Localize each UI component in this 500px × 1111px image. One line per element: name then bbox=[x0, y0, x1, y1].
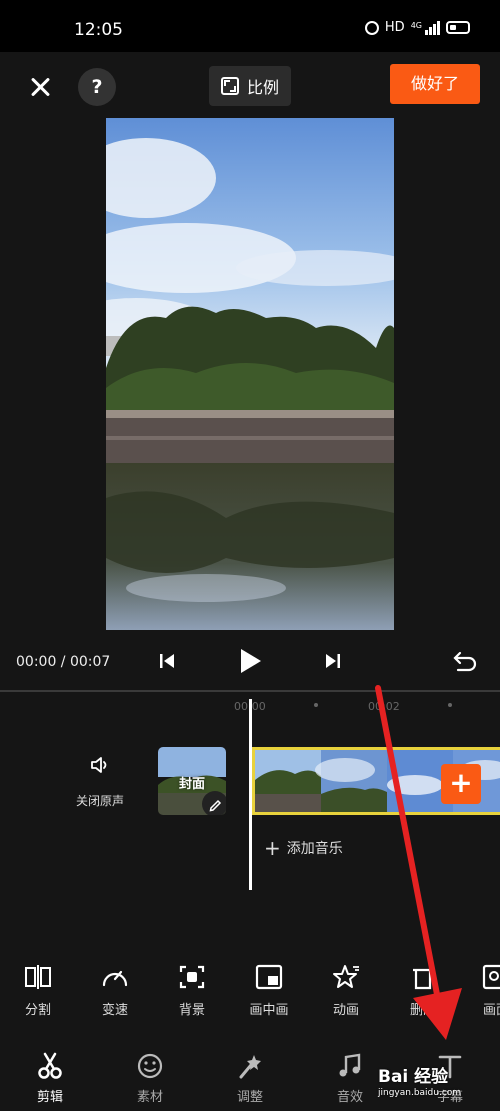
frame-button[interactable]: 画面 bbox=[466, 964, 500, 1018]
tool-label: 删除 bbox=[409, 1003, 436, 1018]
animation-button[interactable]: 动画 bbox=[316, 964, 376, 1018]
network-type: HD bbox=[384, 20, 405, 35]
delete-icon bbox=[413, 968, 433, 990]
watermark-url: jingyan.baidu.com bbox=[378, 1088, 462, 1098]
tab-material[interactable]: 素材 bbox=[120, 1052, 180, 1105]
tab-label: 音效 bbox=[336, 1090, 363, 1105]
speed-button[interactable]: 变速 bbox=[85, 964, 145, 1018]
previous-frame-button[interactable] bbox=[158, 652, 176, 670]
tab-label: 素材 bbox=[136, 1090, 163, 1105]
speed-icon bbox=[102, 970, 128, 987]
cover-thumbnail[interactable]: 封面 bbox=[158, 747, 226, 815]
tool-label: 背景 bbox=[178, 1003, 205, 1018]
signal-icon: 4G bbox=[410, 20, 440, 35]
scissors-icon bbox=[38, 1052, 62, 1079]
video-preview[interactable] bbox=[106, 118, 394, 630]
tab-edit[interactable]: 剪辑 bbox=[20, 1052, 80, 1105]
status-icons: HD 4G bbox=[364, 20, 470, 35]
mute-label: 关闭原声 bbox=[75, 794, 124, 808]
plus-icon: + bbox=[264, 836, 281, 860]
next-frame-button[interactable] bbox=[324, 652, 342, 670]
edit-toolbar: 分割 变速 背景 画中画 动画 删除 画 bbox=[0, 952, 500, 1040]
battery-icon bbox=[446, 21, 470, 34]
split-icon bbox=[25, 965, 51, 989]
delete-button[interactable]: 删除 bbox=[393, 964, 453, 1018]
background-button[interactable]: 背景 bbox=[162, 964, 222, 1018]
tab-label: 剪辑 bbox=[36, 1090, 63, 1105]
alarm-icon bbox=[364, 20, 379, 35]
picture-in-picture-icon bbox=[255, 964, 283, 990]
tool-label: 分割 bbox=[24, 1003, 51, 1018]
tool-label: 动画 bbox=[332, 1003, 359, 1018]
ratio-button[interactable]: 比例 bbox=[209, 66, 291, 106]
tab-sound-effects[interactable]: 音效 bbox=[320, 1052, 380, 1105]
watermark-brand: Bai 经验 bbox=[378, 1067, 449, 1087]
add-clip-button[interactable]: + bbox=[441, 764, 481, 804]
done-button[interactable]: 做好了 bbox=[390, 64, 480, 104]
background-icon bbox=[179, 965, 205, 989]
speaker-icon bbox=[91, 757, 107, 773]
play-button[interactable] bbox=[236, 647, 264, 675]
timeline[interactable]: 00:00 00:02 关闭原声 封面 bbox=[0, 692, 500, 952]
playhead[interactable] bbox=[249, 699, 252, 890]
animation-icon bbox=[333, 965, 359, 988]
add-music-label: 添加音乐 bbox=[286, 841, 343, 857]
tool-label: 变速 bbox=[101, 1003, 128, 1018]
tick-dot bbox=[448, 703, 452, 707]
tick-dot bbox=[314, 703, 318, 707]
editor-top-bar: ? 比例 做好了 bbox=[0, 52, 500, 120]
timecode: 00:00 / 00:07 bbox=[16, 654, 111, 670]
close-button[interactable] bbox=[26, 72, 56, 102]
tab-label: 调整 bbox=[236, 1090, 263, 1105]
time-tick: 00:02 bbox=[368, 700, 400, 713]
status-time: 12:05 bbox=[74, 20, 123, 40]
signal-label: 4G bbox=[410, 20, 422, 30]
tab-adjust[interactable]: 调整 bbox=[220, 1052, 280, 1105]
ratio-icon bbox=[220, 77, 239, 95]
tool-label: 画中画 bbox=[249, 1003, 289, 1018]
music-note-icon bbox=[339, 1053, 361, 1077]
help-button[interactable]: ? bbox=[78, 68, 116, 106]
frame-icon bbox=[482, 964, 500, 990]
tool-label: 画面 bbox=[482, 1003, 500, 1018]
split-button[interactable]: 分割 bbox=[8, 964, 68, 1018]
status-bar: 12:05 HD 4G bbox=[0, 0, 500, 52]
ratio-label: 比例 bbox=[246, 78, 279, 97]
cover-label: 封面 bbox=[178, 777, 205, 792]
undo-button[interactable] bbox=[452, 650, 478, 672]
mute-audio-button[interactable]: 关闭原声 bbox=[68, 754, 132, 809]
watermark: Bai 经验 jingyan.baidu.com bbox=[378, 1062, 461, 1098]
playback-controls: 00:00 / 00:07 bbox=[0, 630, 500, 692]
pencil-icon[interactable] bbox=[202, 791, 226, 815]
add-music-button[interactable]: + 添加音乐 bbox=[264, 838, 343, 858]
picture-in-picture-button[interactable]: 画中画 bbox=[239, 964, 299, 1018]
adjust-icon bbox=[239, 1055, 261, 1079]
sticker-icon bbox=[137, 1053, 163, 1079]
